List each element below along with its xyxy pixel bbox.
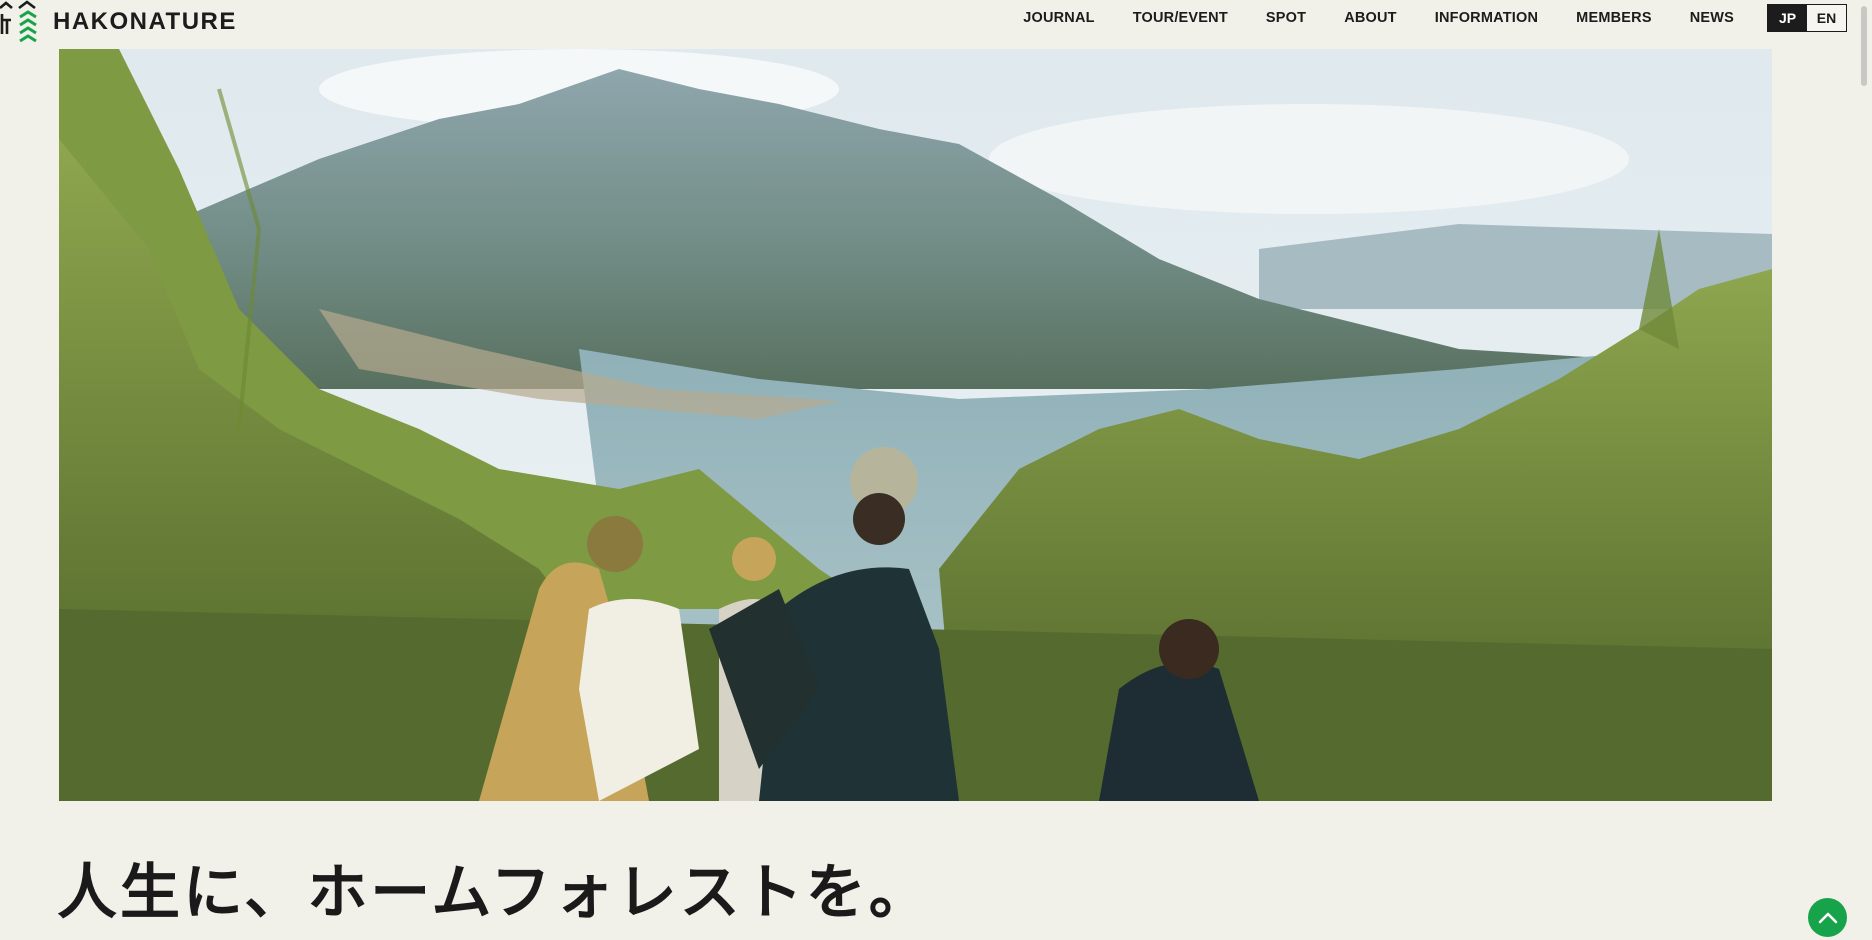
scrollbar-thumb[interactable] xyxy=(1861,6,1867,86)
nav-item-news[interactable]: NEWS xyxy=(1690,10,1734,26)
nav-item-spot[interactable]: SPOT xyxy=(1266,10,1306,26)
nav-item-journal[interactable]: JOURNAL xyxy=(1023,10,1095,26)
chevron-up-icon xyxy=(1818,912,1837,923)
main-nav: JOURNAL TOUR/EVENT SPOT ABOUT INFORMATIO… xyxy=(1023,0,1734,36)
back-to-top-button[interactable] xyxy=(1808,898,1847,937)
nav-item-information[interactable]: INFORMATION xyxy=(1435,10,1538,26)
lang-jp-button[interactable]: JP xyxy=(1768,5,1807,31)
hero-image xyxy=(59,49,1772,801)
nav-item-tour-event[interactable]: TOUR/EVENT xyxy=(1133,10,1228,26)
language-switcher: JP EN xyxy=(1767,4,1847,32)
nav-item-members[interactable]: MEMBERS xyxy=(1576,10,1652,26)
hero-tagline: 人生に、ホームフォレストを。 xyxy=(57,858,932,928)
site-logo[interactable]: HAKONATURE xyxy=(0,0,237,44)
lang-en-button[interactable]: EN xyxy=(1807,5,1846,31)
page-scrollbar[interactable] xyxy=(1856,0,1872,940)
logo-text: HAKONATURE xyxy=(53,8,237,35)
hero-photo xyxy=(59,49,1772,801)
site-header: HAKONATURE JOURNAL TOUR/EVENT SPOT ABOUT… xyxy=(0,0,1872,48)
nav-item-about[interactable]: ABOUT xyxy=(1344,10,1397,26)
hakonature-logo-icon xyxy=(0,0,40,44)
